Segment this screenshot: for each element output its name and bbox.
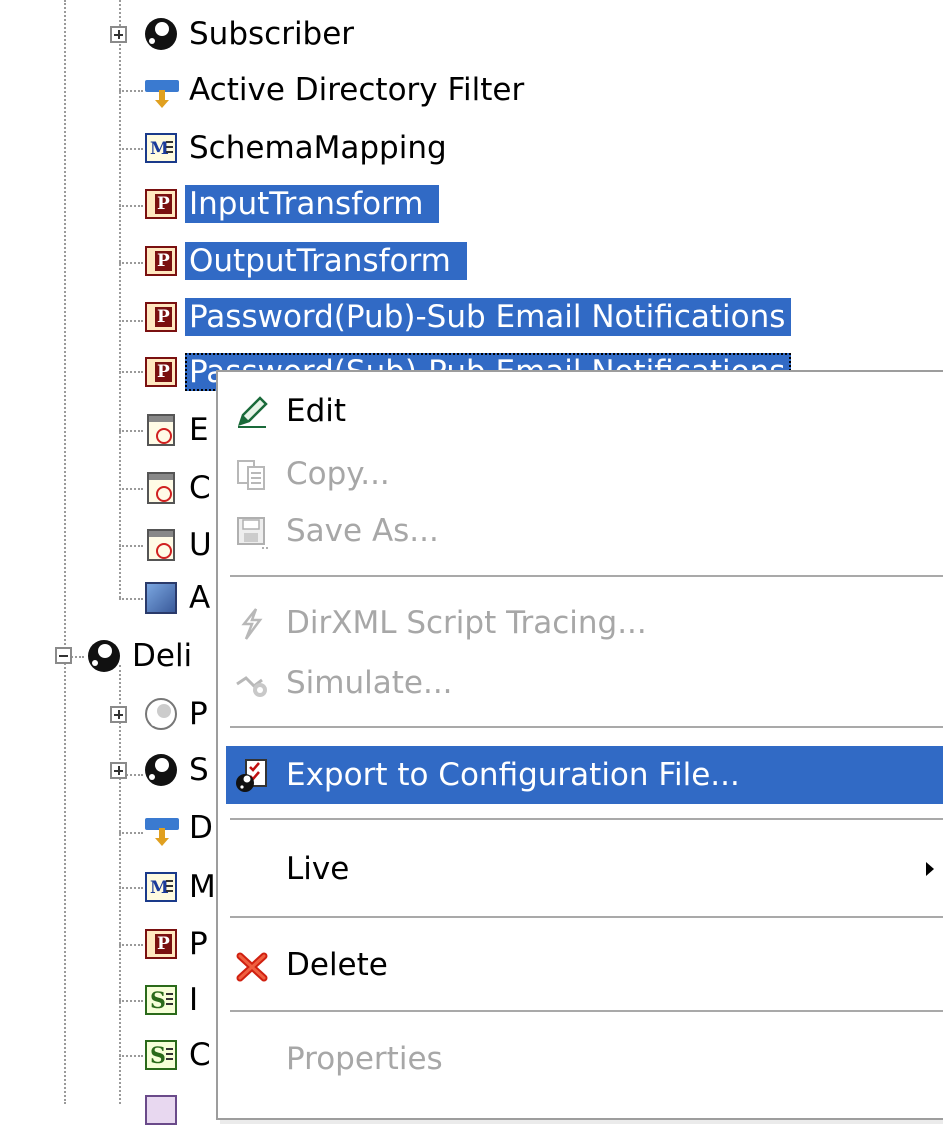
menu-item-label: Properties (286, 1041, 443, 1077)
tree-guide-line (119, 430, 143, 432)
tree-guide-line (119, 545, 143, 547)
delete-x-icon (236, 952, 268, 982)
tree-item-label: S (189, 752, 209, 788)
tree-item-label: InputTransform (185, 185, 440, 223)
tree-guide-line (119, 148, 143, 150)
menu-item-label: Live (286, 851, 350, 887)
policy-p-icon: P (143, 926, 179, 962)
menu-item-delete[interactable]: Delete (226, 936, 943, 994)
tree-item-label: C (189, 1037, 211, 1073)
menu-item-label: Copy... (286, 456, 390, 492)
tree-item-label: SchemaMapping (189, 130, 447, 166)
tree-item-label: P (189, 926, 208, 962)
tree-item-label: I (189, 982, 199, 1018)
menu-separator (230, 726, 943, 729)
yin-yang-outline-icon (143, 696, 179, 732)
menu-item-label: Simulate... (286, 665, 453, 701)
submenu-arrow-icon (926, 862, 934, 876)
menu-item-simulate[interactable]: Simulate... (226, 654, 943, 712)
menu-item-label: Export to Configuration File... (286, 757, 740, 793)
tree-guide-line (64, 0, 66, 1104)
tree-item-label: A (189, 580, 211, 616)
menu-item-label: Edit (286, 393, 347, 429)
stylesheet-s-icon: S (143, 982, 179, 1018)
tree-guide-line (119, 1000, 143, 1002)
trace-lightning-icon (241, 608, 263, 640)
application-icon (143, 580, 179, 616)
schema-map-policy-icon: M (143, 869, 179, 905)
policy-p-icon: P (143, 186, 179, 222)
tree-item-label: C (189, 470, 211, 506)
tree-item-label: E (189, 412, 209, 448)
save-disk-icon (237, 517, 270, 549)
filter-icon (143, 810, 179, 846)
menu-item-copy[interactable]: Copy... (226, 445, 943, 503)
menu-item-live[interactable]: Live (226, 840, 943, 898)
menu-item-properties[interactable]: Properties (226, 1030, 943, 1088)
menu-separator (230, 916, 943, 919)
expand-toggle[interactable] (110, 762, 127, 779)
tree-guide-line (119, 320, 143, 322)
calendar-icon (143, 527, 179, 563)
tree-item-label: Deli (132, 638, 193, 674)
copy-icon (237, 460, 265, 490)
menu-item-label: Save As... (286, 513, 439, 549)
menu-item-label: DirXML Script Tracing... (286, 605, 647, 641)
menu-item-export-to-configuration-file[interactable]: Export to Configuration File... (226, 746, 943, 804)
tree-item-label: OutputTransform (185, 242, 467, 280)
expand-toggle[interactable] (110, 26, 127, 43)
expand-toggle[interactable] (110, 706, 127, 723)
menu-item-label: Delete (286, 947, 388, 983)
tree-guide-line (119, 598, 143, 600)
tree-item-label: Active Directory Filter (189, 72, 525, 108)
yin-yang-icon (143, 16, 179, 52)
collapse-toggle[interactable] (55, 647, 72, 664)
policy-p-icon: P (143, 354, 179, 390)
menu-separator (230, 575, 943, 578)
tree-item-label: P (189, 696, 208, 732)
menu-item-dirxml-script-tracing[interactable]: DirXML Script Tracing... (226, 594, 943, 652)
menu-item-save-as[interactable]: Save As... (226, 502, 943, 560)
tree-guide-line (119, 205, 143, 207)
tree-guide-line (119, 665, 121, 1104)
tree-item-label: Subscriber (189, 16, 355, 52)
filter-icon (143, 72, 179, 108)
simulate-icon (236, 676, 267, 697)
partial-item-icon (143, 1092, 179, 1128)
tree-item-label: Password(Pub)-Sub Email Notifications (185, 298, 792, 336)
tree-guide-line (119, 262, 143, 264)
yin-yang-icon (143, 752, 179, 788)
calendar-icon (143, 470, 179, 506)
tree-guide-line (119, 1055, 143, 1057)
pencil-icon (238, 396, 268, 428)
menu-item-edit[interactable]: Edit (226, 382, 943, 440)
tree-guide-line (119, 832, 143, 834)
menu-separator (230, 818, 943, 821)
policy-p-icon: P (143, 243, 179, 279)
yin-yang-icon (86, 638, 122, 674)
tree-guide-line (119, 887, 143, 889)
stylesheet-s-icon: S (143, 1037, 179, 1073)
tree-item-label: D (189, 810, 213, 846)
tree-guide-line (119, 944, 143, 946)
tree-guide-line (119, 488, 143, 490)
schema-map-policy-icon: M (143, 130, 179, 166)
menu-separator (230, 1010, 943, 1013)
calendar-icon (143, 412, 179, 448)
tree-guide-line (119, 371, 143, 373)
context-menu: Edit Copy... Save As... DirXML Script Tr… (216, 370, 943, 1120)
tree-guide-line (119, 90, 143, 92)
export-config-icon (236, 759, 267, 792)
tree-item-label: U (189, 527, 212, 563)
policy-p-icon: P (143, 299, 179, 335)
